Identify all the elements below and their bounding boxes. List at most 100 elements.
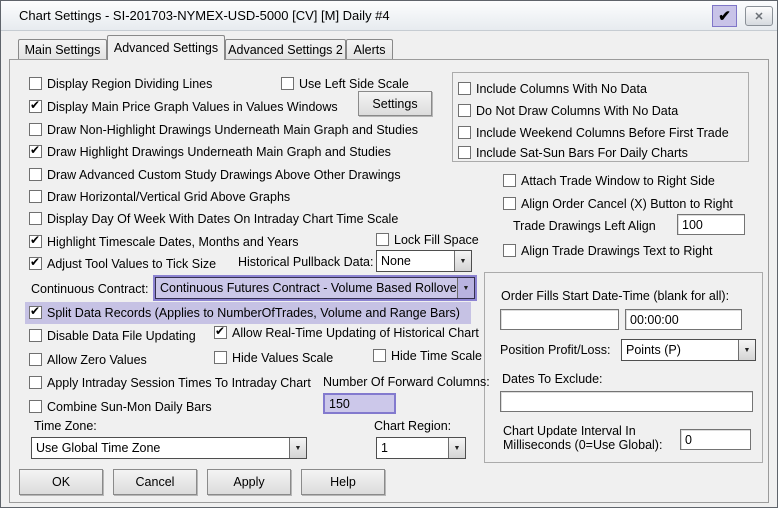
order-fills-time-input[interactable]: 00:00:00	[625, 309, 742, 330]
dates-to-exclude-input[interactable]	[500, 391, 753, 412]
checkbox-row-highlight-timescale[interactable]: Highlight Timescale Dates, Months and Ye…	[29, 233, 299, 249]
checkbox-row-align-trade-drawings-text[interactable]: Align Trade Drawings Text to Right	[503, 243, 713, 258]
time-zone-select[interactable]: Use Global Time Zone ▼	[31, 437, 307, 459]
draw-advanced-custom-checkbox[interactable]	[29, 168, 42, 181]
checkbox-row-adjust-tool-values[interactable]: Adjust Tool Values to Tick Size	[29, 255, 217, 271]
draw-grid-above-checkbox[interactable]	[29, 190, 42, 203]
lock-fill-space-checkbox[interactable]	[376, 233, 389, 246]
chart-region-select[interactable]: 1 ▼	[376, 437, 466, 459]
checkbox-row-draw-grid-above[interactable]: Draw Horizontal/Vertical Grid Above Grap…	[29, 189, 290, 204]
continuous-contract-select[interactable]: Continuous Futures Contract - Volume Bas…	[153, 275, 477, 301]
do-not-draw-columns-checkbox[interactable]	[458, 104, 471, 117]
checkbox-row-lock-fill-space[interactable]: Lock Fill Space	[376, 232, 479, 247]
titlebar: Chart Settings - SI-201703-NYMEX-USD-500…	[1, 1, 777, 31]
checkbox-row-display-day-of-week[interactable]: Display Day Of Week With Dates On Intrad…	[29, 211, 398, 226]
checkbox-label: Display Region Dividing Lines	[47, 76, 213, 91]
checkbox-row-display-region-dividing-lines[interactable]: Display Region Dividing Lines	[29, 76, 212, 91]
include-columns-no-data-checkbox[interactable]	[458, 82, 471, 95]
tab-advanced-settings[interactable]: Advanced Settings	[107, 35, 225, 60]
disable-data-file-checkbox[interactable]	[29, 329, 42, 342]
position-profit-loss-select[interactable]: Points (P) ▼	[621, 339, 756, 361]
apply-intraday-session-checkbox[interactable]	[29, 376, 42, 389]
checkbox-label: Display Day Of Week With Dates On Intrad…	[47, 211, 399, 226]
chart-update-interval-input[interactable]: 0	[680, 429, 751, 450]
checkbox-row-disable-data-file[interactable]: Disable Data File Updating	[29, 328, 196, 343]
checkbox-row-use-left-side-scale[interactable]: Use Left Side Scale	[281, 76, 409, 91]
allow-zero-checkbox[interactable]	[29, 353, 42, 366]
trade-drawings-left-align-input[interactable]: 100	[677, 214, 745, 235]
help-button[interactable]: Help	[301, 469, 385, 495]
chevron-down-icon[interactable]: ▼	[448, 438, 465, 458]
checkbox-label: Align Trade Drawings Text to Right	[521, 243, 713, 258]
checkbox-label: Attach Trade Window to Right Side	[521, 173, 715, 188]
checkbox-label: Draw Non-Highlight Drawings Underneath M…	[47, 122, 419, 137]
hide-values-scale-checkbox[interactable]	[214, 351, 227, 364]
time-zone-value: Use Global Time Zone	[36, 441, 161, 455]
checkbox-row-draw-highlight[interactable]: Draw Highlight Drawings Underneath Main …	[29, 143, 391, 159]
checkbox-row-hide-time-scale[interactable]: Hide Time Scale	[373, 348, 482, 363]
chart-update-interval-label: Chart Update Interval In Milliseconds (0…	[503, 424, 662, 452]
allow-realtime-checkbox[interactable]	[214, 324, 227, 339]
checkbox-row-attach-trade-window[interactable]: Attach Trade Window to Right Side	[503, 173, 715, 188]
checkbox-row-display-main-price[interactable]: Display Main Price Graph Values in Value…	[29, 98, 338, 114]
tab-main-settings[interactable]: Main Settings	[18, 39, 107, 60]
attach-trade-window-checkbox[interactable]	[503, 174, 516, 187]
display-region-dividing-lines-checkbox[interactable]	[29, 77, 42, 90]
checkbox-row-split-data-records[interactable]: Split Data Records (Applies to NumberOfT…	[29, 304, 460, 320]
hide-time-scale-checkbox[interactable]	[373, 349, 386, 362]
chart-region-label: Chart Region:	[374, 419, 452, 433]
display-main-price-checkbox[interactable]	[29, 98, 42, 113]
checkbox-row-combine-sun-mon[interactable]: Combine Sun-Mon Daily Bars	[29, 399, 212, 414]
checkbox-row-apply-intraday-session[interactable]: Apply Intraday Session Times To Intraday…	[29, 375, 311, 390]
adjust-tool-values-checkbox[interactable]	[29, 255, 42, 270]
align-order-cancel-checkbox[interactable]	[503, 197, 516, 210]
order-fills-date-input[interactable]	[500, 309, 619, 330]
checkbox-label: Draw Horizontal/Vertical Grid Above Grap…	[47, 189, 291, 204]
ok-button[interactable]: OK	[19, 469, 103, 495]
number-forward-columns-label: Number Of Forward Columns:	[323, 375, 490, 389]
tab-advanced-settings-2[interactable]: Advanced Settings 2	[225, 39, 346, 60]
chevron-down-icon[interactable]: ▼	[289, 438, 306, 458]
chevron-down-icon[interactable]: ▼	[457, 278, 474, 298]
number-forward-columns-input[interactable]: 150	[323, 393, 396, 414]
historical-pullback-value: None	[381, 254, 411, 268]
checkbox-row-draw-advanced-custom[interactable]: Draw Advanced Custom Study Drawings Abov…	[29, 167, 401, 182]
use-left-side-scale-checkbox[interactable]	[281, 77, 294, 90]
historical-pullback-label: Historical Pullback Data:	[238, 255, 374, 269]
draw-non-highlight-checkbox[interactable]	[29, 123, 42, 136]
checkbox-row-hide-values-scale[interactable]: Hide Values Scale	[214, 350, 333, 365]
chevron-down-icon[interactable]: ▼	[454, 251, 471, 271]
align-trade-drawings-text-checkbox[interactable]	[503, 244, 516, 257]
combine-sun-mon-checkbox[interactable]	[29, 400, 42, 413]
checkbox-row-allow-realtime[interactable]: Allow Real-Time Updating of Historical C…	[214, 324, 479, 340]
historical-pullback-select[interactable]: None ▼	[376, 250, 472, 272]
include-sat-sun-checkbox[interactable]	[458, 146, 471, 159]
checkbox-row-draw-non-highlight[interactable]: Draw Non-Highlight Drawings Underneath M…	[29, 122, 418, 137]
checkbox-row-include-columns-no-data[interactable]: Include Columns With No Data	[458, 81, 647, 96]
checkbox-row-allow-zero[interactable]: Allow Zero Values	[29, 352, 147, 367]
checkbox-label: Include Columns With No Data	[476, 81, 647, 96]
checkbox-row-include-sat-sun[interactable]: Include Sat-Sun Bars For Daily Charts	[458, 145, 688, 160]
include-weekend-columns-checkbox[interactable]	[458, 126, 471, 139]
close-icon[interactable]: ✕	[745, 6, 773, 26]
draw-highlight-checkbox[interactable]	[29, 143, 42, 158]
cancel-button[interactable]: Cancel	[113, 469, 197, 495]
checkbox-label: Adjust Tool Values to Tick Size	[47, 256, 217, 271]
titlebar-pin-checkbox[interactable]: ✔	[712, 5, 737, 27]
display-day-of-week-checkbox[interactable]	[29, 212, 42, 225]
trade-drawings-left-align-label: Trade Drawings Left Align	[513, 219, 656, 233]
tab-alerts[interactable]: Alerts	[346, 39, 393, 60]
highlight-timescale-checkbox[interactable]	[29, 233, 42, 248]
checkbox-label: Allow Zero Values	[47, 352, 147, 367]
checkbox-row-align-order-cancel[interactable]: Align Order Cancel (X) Button to Right	[503, 196, 733, 211]
checkbox-row-do-not-draw-columns[interactable]: Do Not Draw Columns With No Data	[458, 103, 678, 118]
split-data-records-checkbox[interactable]	[29, 304, 42, 319]
chevron-down-icon[interactable]: ▼	[738, 340, 755, 360]
position-profit-loss-value: Points (P)	[626, 343, 681, 357]
checkbox-label: Include Weekend Columns Before First Tra…	[476, 125, 729, 140]
checkbox-row-include-weekend-columns[interactable]: Include Weekend Columns Before First Tra…	[458, 125, 729, 140]
continuous-contract-label: Continuous Contract:	[31, 282, 149, 296]
apply-button[interactable]: Apply	[207, 469, 291, 495]
settings-button[interactable]: Settings	[358, 91, 432, 116]
checkbox-label: Apply Intraday Session Times To Intraday…	[47, 375, 311, 390]
